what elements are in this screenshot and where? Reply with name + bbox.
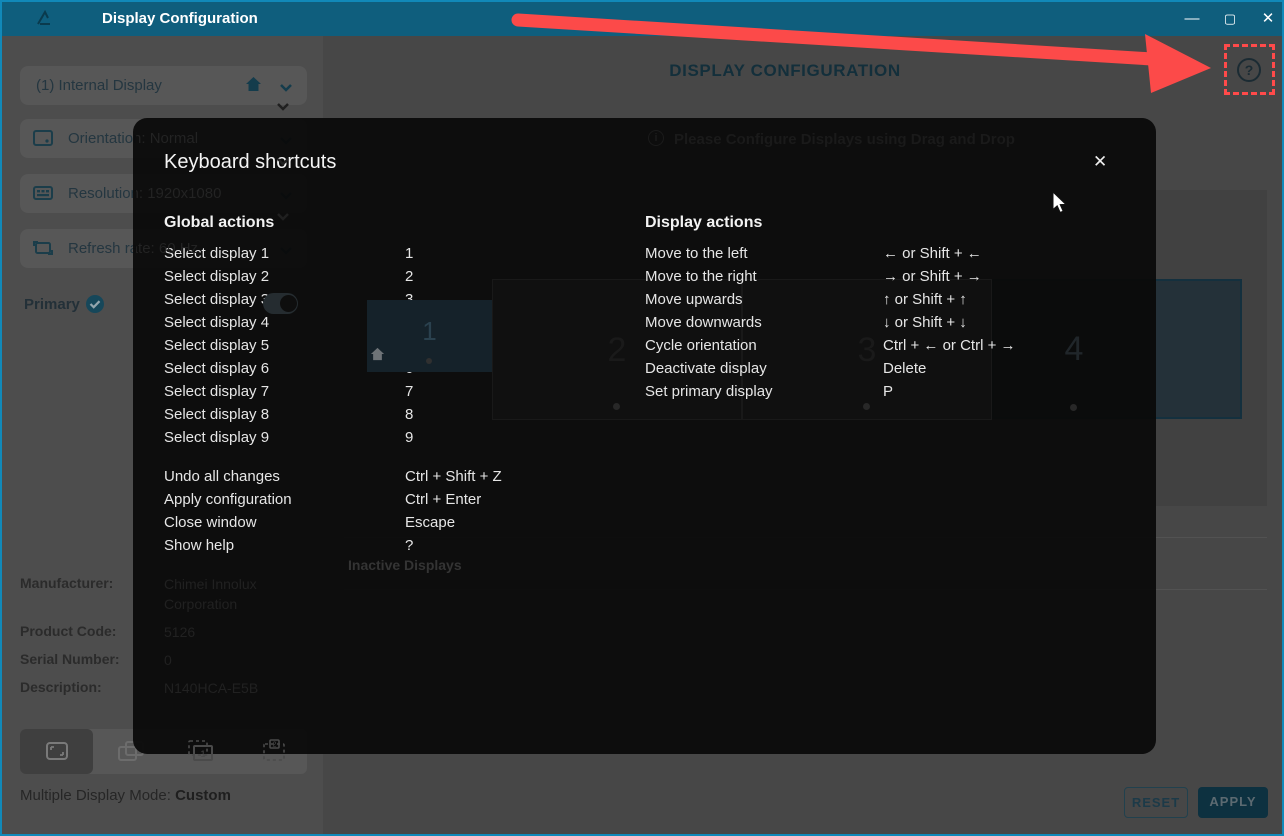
display-configuration-window: Display Configuration — ▢ ✕ (1) Internal… bbox=[0, 0, 1284, 836]
display-3[interactable]: 3 bbox=[742, 279, 992, 420]
mode-value: Custom bbox=[175, 787, 231, 804]
shortcut-action: Select display 8 bbox=[164, 406, 405, 429]
display-4-overlay: 4 bbox=[992, 279, 1156, 420]
shortcut-key: 7 bbox=[405, 383, 413, 406]
display-1[interactable]: 1 bbox=[367, 300, 492, 372]
close-button[interactable]: ✕ bbox=[1254, 6, 1282, 32]
chevron-down-icon bbox=[276, 208, 290, 226]
shortcut-key: 1 bbox=[405, 245, 413, 268]
primary-toggle[interactable] bbox=[263, 293, 298, 314]
svg-text:2: 2 bbox=[273, 742, 277, 749]
shortcut-key: 8 bbox=[405, 406, 413, 429]
display-actions-heading: Display actions bbox=[645, 214, 1125, 232]
info-message: Please Configure Displays using Drag and… bbox=[674, 131, 1015, 148]
shortcut-action: Close window bbox=[164, 514, 405, 537]
display-selector-dropdown[interactable]: (1) Internal Display bbox=[20, 66, 307, 105]
product-code-value: 5126 bbox=[164, 622, 294, 642]
app-logo-icon bbox=[36, 10, 54, 32]
apply-button[interactable]: APPLY bbox=[1198, 787, 1268, 818]
shortcut-action: Undo all changes bbox=[164, 468, 405, 491]
toggle-knob bbox=[280, 295, 297, 312]
reset-button[interactable]: RESET bbox=[1124, 787, 1188, 818]
shortcut-row: Undo all changes Ctrl + Shift + Z bbox=[164, 468, 634, 491]
display-dot bbox=[426, 358, 432, 364]
global-actions-heading: Global actions bbox=[164, 214, 634, 232]
shortcut-key: Ctrl + Shift + Z bbox=[405, 468, 502, 491]
shortcut-key: Ctrl + Enter bbox=[405, 491, 481, 514]
orientation-icon bbox=[32, 128, 54, 152]
primary-label: Primary bbox=[24, 296, 80, 313]
shortcut-row: Close window Escape bbox=[164, 514, 634, 537]
mode-custom-selected[interactable] bbox=[20, 729, 93, 774]
shortcut-action: Move to the left bbox=[645, 245, 883, 268]
shortcut-row: Select display 1 1 bbox=[164, 245, 634, 268]
shortcut-action: Select display 2 bbox=[164, 268, 405, 291]
window-title: Display Configuration bbox=[102, 10, 258, 27]
home-icon bbox=[245, 76, 262, 96]
serial-number-value: 0 bbox=[164, 650, 294, 670]
shortcut-action: Select display 9 bbox=[164, 429, 405, 452]
shortcut-row: Select display 9 9 bbox=[164, 429, 634, 452]
display-number: 3 bbox=[743, 331, 991, 370]
shortcut-key: 2 bbox=[405, 268, 413, 291]
inactive-displays-label: Inactive Displays bbox=[348, 557, 462, 573]
annotation-dashed-box bbox=[1224, 44, 1275, 95]
multiple-display-mode-label: Multiple Display Mode: Custom bbox=[20, 787, 231, 804]
display-number: 4 bbox=[992, 330, 1156, 369]
description-label: Description: bbox=[20, 679, 102, 695]
mode-extend-icon[interactable]: 2 bbox=[260, 738, 290, 771]
svg-text:1: 1 bbox=[200, 749, 205, 759]
titlebar: Display Configuration — ▢ ✕ bbox=[2, 2, 1282, 36]
shortcut-key: Escape bbox=[405, 514, 455, 537]
display-2[interactable]: 2 bbox=[492, 279, 742, 420]
chevron-down-icon bbox=[279, 79, 293, 96]
shortcut-action: Select display 1 bbox=[164, 245, 405, 268]
chevron-down-icon bbox=[276, 153, 290, 171]
shortcut-key: 9 bbox=[405, 429, 413, 452]
primary-checked-icon[interactable] bbox=[85, 294, 105, 319]
display-number: 1 bbox=[367, 316, 492, 347]
chevron-down-icon bbox=[276, 98, 290, 116]
mode-custom-icon bbox=[44, 739, 70, 763]
resolution-icon bbox=[32, 183, 54, 207]
global-shortcut-list: Undo all changes Ctrl + Shift + Z Apply … bbox=[164, 468, 634, 560]
primary-home-icon bbox=[370, 347, 385, 366]
shortcut-key: ← or Shift + ← bbox=[883, 245, 982, 268]
product-code-label: Product Code: bbox=[20, 623, 116, 639]
minimize-button[interactable]: — bbox=[1178, 6, 1206, 32]
info-icon: i bbox=[648, 130, 664, 146]
dialog-title: Keyboard shortcuts bbox=[164, 151, 336, 174]
refresh-rate-icon bbox=[32, 238, 54, 262]
shortcut-row: Apply configuration Ctrl + Enter bbox=[164, 491, 634, 514]
display-selector-label: (1) Internal Display bbox=[36, 77, 162, 94]
serial-number-label: Serial Number: bbox=[20, 651, 120, 667]
shortcut-row: Move to the left ← or Shift + ← bbox=[645, 245, 1125, 268]
display-number: 2 bbox=[493, 331, 741, 370]
page-title: DISPLAY CONFIGURATION bbox=[325, 61, 1245, 81]
maximize-button[interactable]: ▢ bbox=[1216, 6, 1244, 32]
manufacturer-value: Chimei Innolux Corporation bbox=[164, 574, 294, 614]
display-dot bbox=[1070, 404, 1077, 411]
dialog-close-icon[interactable]: ✕ bbox=[1093, 152, 1107, 172]
manufacturer-label: Manufacturer: bbox=[20, 575, 113, 591]
shortcut-action: Apply configuration bbox=[164, 491, 405, 514]
shortcut-action: Select display 7 bbox=[164, 383, 405, 406]
display-dot bbox=[613, 403, 620, 410]
description-value: N140HCA-E5B bbox=[164, 678, 294, 698]
display-dot bbox=[863, 403, 870, 410]
mode-join-icon[interactable]: 1 bbox=[186, 738, 216, 771]
